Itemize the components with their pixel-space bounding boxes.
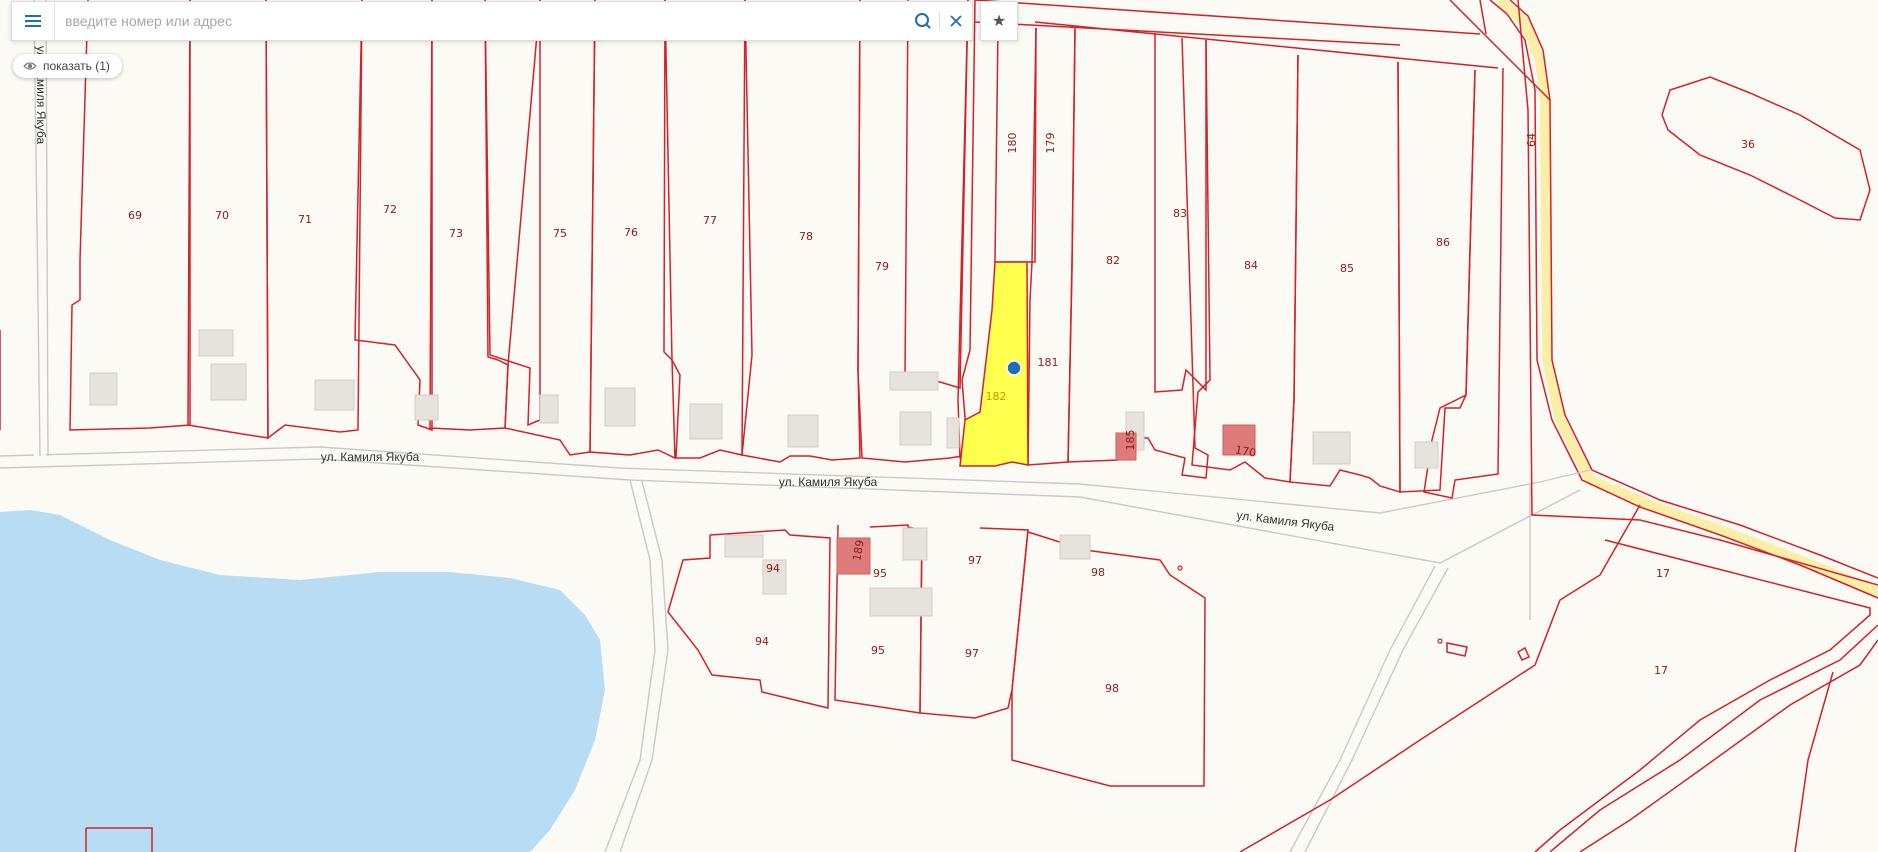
parcel-label-98a: 98: [1091, 566, 1105, 579]
parcel-label-179: 179: [1044, 133, 1057, 154]
parcel-label-77: 77: [703, 214, 717, 227]
parcel-label-84: 84: [1244, 259, 1258, 272]
building-label-170: 170: [1234, 443, 1257, 459]
parcel-label-79: 79: [875, 260, 889, 273]
parcel-label-86: 86: [1436, 236, 1450, 249]
parcel-label-76: 76: [624, 226, 638, 239]
parcel-label-75: 75: [553, 227, 567, 240]
parcel-label-83: 83: [1173, 207, 1187, 220]
parcel-label-72: 72: [383, 203, 397, 216]
parcel-36: [1661, 76, 1871, 221]
parcels-north: [0, 0, 1878, 586]
hamburger-icon: [25, 20, 41, 22]
parcel-label-17a: 17: [1656, 567, 1670, 580]
parcel-label-36: 36: [1741, 138, 1755, 151]
parcel-label-180: 180: [1006, 133, 1019, 154]
parcel-label-98b: 98: [1105, 682, 1119, 695]
parcel-label-73: 73: [449, 227, 463, 240]
clear-button[interactable]: [940, 2, 972, 40]
parcel-label-94a: 94: [766, 562, 780, 575]
search-icon: [915, 13, 931, 29]
parcel-64-strip-2: [1509, 0, 1878, 579]
parcel-label-94b: 94: [755, 635, 769, 648]
highlight-road: [1496, 0, 1878, 597]
parcel-label-70: 70: [215, 209, 229, 222]
street-label-west: ул. Камиля Якуба: [321, 450, 420, 464]
favorites-button[interactable]: ★: [980, 1, 1018, 41]
lake: [0, 510, 605, 852]
show-label: показать (1): [43, 59, 110, 73]
parcel-label-69: 69: [128, 209, 142, 222]
search-input[interactable]: [55, 4, 907, 38]
cadastral-map[interactable]: ул. Камиля Якуба ул. Камиля Якуба ул. Ка…: [0, 0, 1878, 852]
show-layers-chip[interactable]: показать (1): [13, 54, 122, 78]
parcel-label-82: 82: [1106, 254, 1120, 267]
search-bar: [11, 1, 973, 41]
parcel-label-17b: 17: [1654, 664, 1668, 677]
location-marker[interactable]: [1006, 360, 1022, 376]
parcel-label-64: 64: [1525, 133, 1538, 147]
search-button[interactable]: [907, 2, 939, 40]
parcel-label-71: 71: [298, 213, 312, 226]
eye-icon: [23, 62, 37, 70]
close-icon: [950, 15, 962, 27]
parcel-label-182: 182: [986, 390, 1007, 403]
parcel-label-97b: 97: [965, 647, 979, 660]
parcel-label-95b: 95: [871, 644, 885, 657]
parcel-label-85: 85: [1340, 262, 1354, 275]
parcel-label-78: 78: [799, 230, 813, 243]
building-label-185: 185: [1124, 430, 1137, 451]
parcel-label-97a: 97: [968, 554, 982, 567]
menu-button[interactable]: [12, 2, 55, 40]
parcel-label-95a: 95: [873, 567, 887, 580]
street-label-center: ул. Камиля Якуба: [779, 475, 878, 489]
star-icon: ★: [991, 13, 1007, 30]
parcel-label-181: 181: [1038, 356, 1059, 369]
